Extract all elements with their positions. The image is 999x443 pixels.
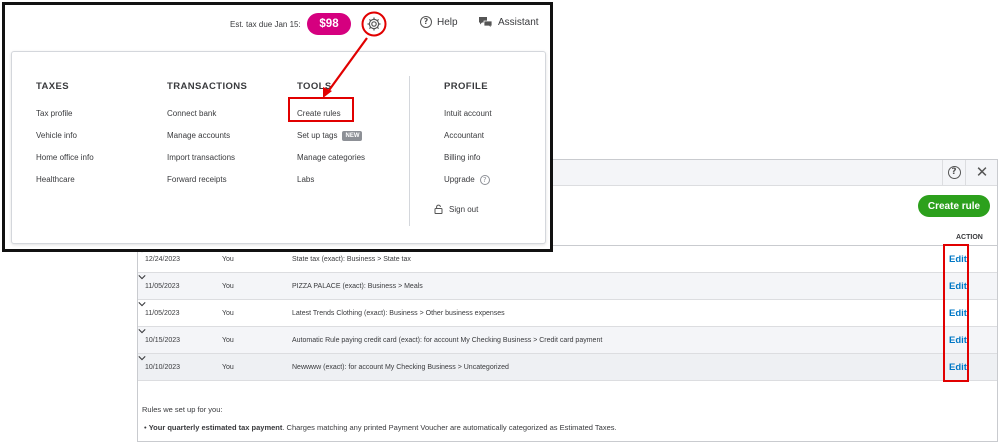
- settings-menu: TAXES Tax profile Vehicle info Home offi…: [11, 51, 546, 244]
- rules-footer-item: • Your quarterly estimated tax payment. …: [144, 423, 617, 432]
- rule-description: Automatic Rule paying credit card (exact…: [292, 337, 603, 344]
- menu-item-vehicle-info[interactable]: Vehicle info: [36, 125, 94, 147]
- rule-date: 10/10/2023: [145, 364, 181, 371]
- menu-item-intuit-account[interactable]: Intuit account: [444, 103, 492, 125]
- chevron-down-icon[interactable]: [138, 354, 146, 362]
- est-tax-badge[interactable]: $98: [307, 13, 351, 35]
- menu-item-import-transactions[interactable]: Import transactions: [167, 147, 247, 169]
- gear-button[interactable]: [361, 11, 387, 37]
- menu-column-profile: PROFILE Intuit account Accountant Billin…: [444, 81, 492, 191]
- assistant-link[interactable]: Assistant: [478, 16, 539, 28]
- menu-item-billing-info[interactable]: Billing info: [444, 147, 492, 169]
- menu-item-accountant[interactable]: Accountant: [444, 125, 492, 147]
- menu-item-set-up-tags-label: Set up tags: [297, 131, 338, 140]
- rule-created-by: You: [222, 310, 234, 317]
- rule-created-by: You: [222, 256, 234, 263]
- table-row: 10/10/2023 You Newwww (exact): for accou…: [138, 354, 997, 381]
- menu-item-home-office-info[interactable]: Home office info: [36, 147, 94, 169]
- rule-date: 11/05/2023: [145, 283, 180, 290]
- help-icon: ?: [420, 16, 432, 28]
- menu-heading-tools: TOOLS: [297, 81, 332, 92]
- menu-item-set-up-tags[interactable]: Set up tags NEW: [297, 125, 365, 147]
- settings-popup: Est. tax due Jan 15: $98 ? Help Assistan…: [2, 2, 553, 252]
- create-rule-button[interactable]: Create rule: [918, 195, 990, 217]
- close-button[interactable]: ✕: [971, 161, 993, 183]
- table-row: 11/05/2023 You PIZZA PALACE (exact): Bus…: [138, 273, 997, 300]
- table-row: 10/15/2023 You Automatic Rule paying cre…: [138, 327, 997, 354]
- lock-icon: [434, 204, 443, 214]
- rules-footer-heading: Rules we set up for you:: [142, 405, 223, 414]
- help-button[interactable]: ?: [942, 160, 966, 185]
- rule-description: State tax (exact): Business > State tax: [292, 256, 411, 263]
- rule-description: Latest Trends Clothing (exact): Business…: [292, 310, 505, 317]
- menu-column-taxes: TAXES Tax profile Vehicle info Home offi…: [36, 81, 94, 191]
- rule-created-by: You: [222, 283, 234, 290]
- rule-created-by: You: [222, 337, 234, 344]
- table-row: 11/05/2023 You Latest Trends Clothing (e…: [138, 300, 997, 327]
- edit-links-highlight: [943, 244, 969, 382]
- menu-item-connect-bank[interactable]: Connect bank: [167, 103, 247, 125]
- menu-item-healthcare[interactable]: Healthcare: [36, 169, 94, 191]
- action-column-header: ACTION: [956, 234, 983, 241]
- help-icon: ?: [947, 166, 961, 179]
- menu-divider: [409, 76, 410, 226]
- rule-description: Newwww (exact): for account My Checking …: [292, 364, 509, 371]
- chat-bubbles-icon: [479, 17, 493, 28]
- menu-item-manage-accounts[interactable]: Manage accounts: [167, 125, 247, 147]
- menu-item-manage-categories[interactable]: Manage categories: [297, 147, 365, 169]
- menu-heading-profile: PROFILE: [444, 81, 488, 92]
- rule-date: 10/15/2023: [145, 337, 181, 344]
- sign-out-label: Sign out: [449, 204, 479, 214]
- est-tax-label: Est. tax due Jan 15:: [230, 20, 301, 29]
- menu-item-labs[interactable]: Labs: [297, 169, 365, 191]
- menu-item-upgrade-label: Upgrade: [444, 175, 475, 184]
- create-rules-highlight: [288, 97, 354, 122]
- rules-footer-text: . Charges matching any printed Payment V…: [282, 423, 617, 432]
- chevron-down-icon[interactable]: [138, 300, 146, 308]
- chevron-down-icon[interactable]: [138, 327, 146, 335]
- chevron-down-icon[interactable]: [138, 273, 146, 281]
- top-bar: Est. tax due Jan 15: $98 ? Help Assistan…: [5, 5, 550, 47]
- sign-out-link[interactable]: Sign out: [434, 204, 478, 214]
- rules-footer-bold: Your quarterly estimated tax payment: [148, 423, 283, 432]
- menu-heading-transactions: TRANSACTIONS: [167, 81, 248, 92]
- menu-item-upgrade[interactable]: Upgrade ?: [444, 169, 492, 191]
- help-label: Help: [437, 16, 458, 28]
- rule-date: 11/05/2023: [145, 310, 180, 317]
- assistant-label: Assistant: [498, 16, 539, 28]
- rule-description: PIZZA PALACE (exact): Business > Meals: [292, 283, 423, 290]
- rule-date: 12/24/2023: [145, 256, 181, 263]
- close-icon: ✕: [975, 163, 989, 181]
- help-link[interactable]: ? Help: [420, 16, 458, 28]
- menu-item-tax-profile[interactable]: Tax profile: [36, 103, 94, 125]
- gear-icon: [361, 11, 387, 37]
- menu-item-forward-receipts[interactable]: Forward receipts: [167, 169, 247, 191]
- menu-heading-taxes: TAXES: [36, 81, 69, 92]
- rule-created-by: You: [222, 364, 234, 371]
- menu-column-transactions: TRANSACTIONS Connect bank Manage account…: [167, 81, 247, 191]
- new-badge: NEW: [342, 131, 363, 141]
- help-icon[interactable]: ?: [479, 175, 490, 185]
